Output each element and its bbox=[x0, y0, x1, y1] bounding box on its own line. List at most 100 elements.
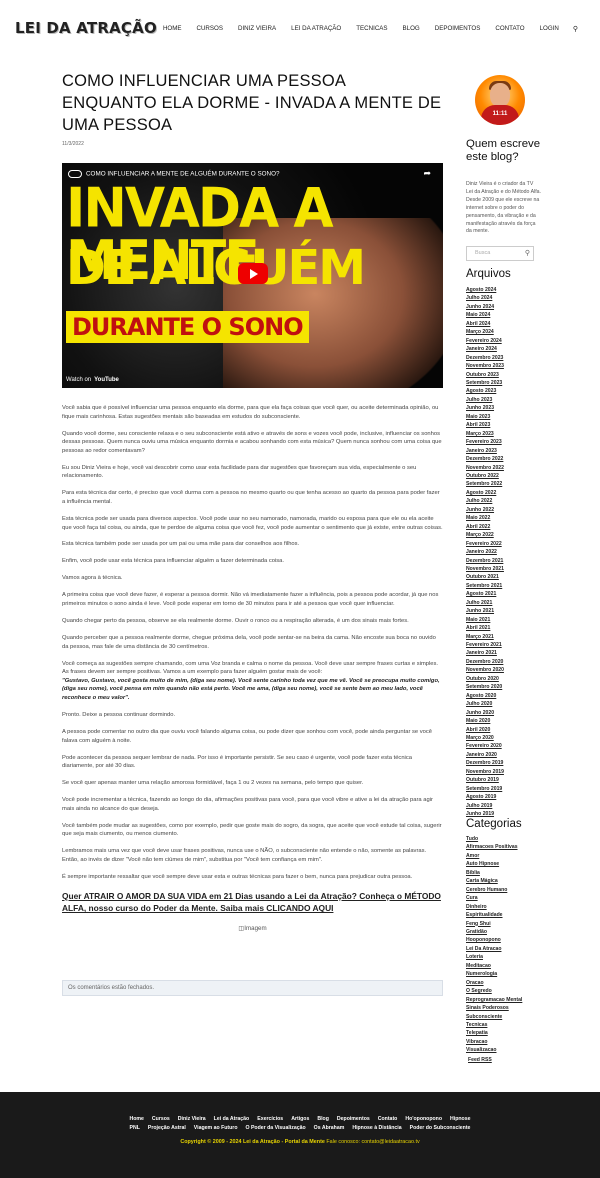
category-link[interactable]: Auto Hipnose bbox=[466, 860, 522, 868]
archive-link[interactable]: Junho 2022 bbox=[466, 506, 504, 514]
archive-link[interactable]: Setembro 2023 bbox=[466, 379, 504, 387]
archive-link[interactable]: Maio 2020 bbox=[466, 717, 504, 725]
archive-link[interactable]: Novembro 2021 bbox=[466, 565, 504, 573]
archive-link[interactable]: Outubro 2019 bbox=[466, 776, 504, 784]
archive-link[interactable]: Maio 2024 bbox=[466, 311, 504, 319]
category-link[interactable]: Numerologia bbox=[466, 970, 522, 978]
archive-link[interactable]: Outubro 2023 bbox=[466, 371, 504, 379]
archive-link[interactable]: Agosto 2021 bbox=[466, 590, 504, 598]
archive-link[interactable]: Julho 2024 bbox=[466, 294, 504, 302]
archive-link[interactable]: Junho 2023 bbox=[466, 404, 504, 412]
archive-link[interactable]: Março 2024 bbox=[466, 328, 504, 336]
archive-link[interactable]: Agosto 2020 bbox=[466, 692, 504, 700]
archive-link[interactable]: Dezembro 2019 bbox=[466, 759, 504, 767]
footer-link[interactable]: Artigos bbox=[291, 1116, 309, 1122]
search-icon[interactable]: ⚲ bbox=[573, 25, 578, 33]
category-link[interactable]: Vibracao bbox=[466, 1038, 522, 1046]
archive-link[interactable]: Maio 2022 bbox=[466, 514, 504, 522]
category-link[interactable]: Visualizacao bbox=[466, 1046, 522, 1054]
archive-link[interactable]: Fevereiro 2024 bbox=[466, 337, 504, 345]
archive-link[interactable]: Fevereiro 2021 bbox=[466, 641, 504, 649]
archive-link[interactable]: Março 2022 bbox=[466, 531, 504, 539]
category-link[interactable]: Meditacao bbox=[466, 962, 522, 970]
archive-link[interactable]: Novembro 2019 bbox=[466, 768, 504, 776]
archive-link[interactable]: Outubro 2021 bbox=[466, 573, 504, 581]
archive-link[interactable]: Dezembro 2023 bbox=[466, 354, 504, 362]
archive-link[interactable]: Julho 2019 bbox=[466, 802, 504, 810]
archive-link[interactable]: Agosto 2023 bbox=[466, 387, 504, 395]
archive-link[interactable]: Janeiro 2024 bbox=[466, 345, 504, 353]
nav-tecnicas[interactable]: TECNICAS bbox=[356, 25, 387, 33]
footer-link[interactable]: Projeção Astral bbox=[148, 1125, 186, 1131]
archive-link[interactable]: Novembro 2020 bbox=[466, 666, 504, 674]
category-link[interactable]: Dinheiro bbox=[466, 903, 522, 911]
share-icon[interactable]: ➦ bbox=[423, 168, 431, 179]
category-link[interactable]: Tecnicas bbox=[466, 1021, 522, 1029]
footer-link[interactable]: Diniz Vieira bbox=[178, 1116, 206, 1122]
footer-link[interactable]: Ho'oponopono bbox=[405, 1116, 442, 1122]
archive-link[interactable]: Dezembro 2021 bbox=[466, 557, 504, 565]
category-link[interactable]: Lei Da Atracao bbox=[466, 945, 522, 953]
archive-link[interactable]: Julho 2021 bbox=[466, 599, 504, 607]
archive-link[interactable]: Dezembro 2022 bbox=[466, 455, 504, 463]
archive-link[interactable]: Janeiro 2020 bbox=[466, 751, 504, 759]
footer-link[interactable]: Cursos bbox=[152, 1116, 170, 1122]
archive-link[interactable]: Janeiro 2023 bbox=[466, 447, 504, 455]
archive-link[interactable]: Fevereiro 2020 bbox=[466, 742, 504, 750]
nav-lei-da-atracao[interactable]: LEI DA ATRAÇÃO bbox=[291, 25, 341, 33]
archive-link[interactable]: Novembro 2022 bbox=[466, 464, 504, 472]
category-link[interactable]: Carta Mágica bbox=[466, 877, 522, 885]
archive-link[interactable]: Julho 2023 bbox=[466, 396, 504, 404]
watch-on-youtube[interactable]: Watch on YouTube bbox=[66, 377, 119, 383]
archive-link[interactable]: Março 2020 bbox=[466, 734, 504, 742]
footer-link[interactable]: Poder do Subconsciente bbox=[410, 1125, 471, 1131]
sidebar-search-input[interactable]: Busca ⚲ bbox=[466, 246, 534, 261]
archive-link[interactable]: Outubro 2022 bbox=[466, 472, 504, 480]
archive-link[interactable]: Abril 2023 bbox=[466, 421, 504, 429]
category-link[interactable]: Hooponopono bbox=[466, 936, 522, 944]
archive-link[interactable]: Setembro 2022 bbox=[466, 480, 504, 488]
archive-link[interactable]: Janeiro 2022 bbox=[466, 548, 504, 556]
category-link[interactable]: Sinais Poderosos bbox=[466, 1004, 522, 1012]
archive-link[interactable]: Novembro 2023 bbox=[466, 362, 504, 370]
archive-link[interactable]: Fevereiro 2022 bbox=[466, 540, 504, 548]
category-link[interactable]: Loteria bbox=[466, 953, 522, 961]
archive-link[interactable]: Agosto 2022 bbox=[466, 489, 504, 497]
nav-cursos[interactable]: CURSOS bbox=[197, 25, 223, 33]
course-cta-link[interactable]: Quer ATRAIR O AMOR DA SUA VIDA em 21 Dia… bbox=[62, 890, 443, 915]
category-link[interactable]: Espiritualidade bbox=[466, 911, 522, 919]
category-link[interactable]: Feng Shui bbox=[466, 920, 522, 928]
rss-feed-link[interactable]: Feed RSS bbox=[468, 1057, 492, 1063]
footer-link[interactable]: Hipnose bbox=[450, 1116, 470, 1122]
archive-link[interactable]: Outubro 2020 bbox=[466, 675, 504, 683]
category-link[interactable]: Gratidão bbox=[466, 928, 522, 936]
archive-link[interactable]: Abril 2024 bbox=[466, 320, 504, 328]
video-embed[interactable]: INVADA A MENTE DE ALGUÉM DURANTE O SONO … bbox=[62, 163, 443, 388]
archive-link[interactable]: Abril 2020 bbox=[466, 726, 504, 734]
nav-diniz-vieira[interactable]: DINIZ VIEIRA bbox=[238, 25, 276, 33]
category-link[interactable]: Subconsciente bbox=[466, 1013, 522, 1021]
archive-link[interactable]: Agosto 2019 bbox=[466, 793, 504, 801]
footer-link[interactable]: Lei da Atração bbox=[214, 1116, 250, 1122]
footer-link[interactable]: Hipnose à Distância bbox=[352, 1125, 401, 1131]
category-link[interactable]: Oracao bbox=[466, 979, 522, 987]
archive-link[interactable]: Setembro 2019 bbox=[466, 785, 504, 793]
archive-link[interactable]: Junho 2021 bbox=[466, 607, 504, 615]
category-link[interactable]: Bíblia bbox=[466, 869, 522, 877]
footer-link[interactable]: Exercícios bbox=[257, 1116, 283, 1122]
category-link[interactable]: Tudo bbox=[466, 835, 522, 843]
search-icon[interactable]: ⚲ bbox=[525, 249, 530, 257]
archive-link[interactable]: Abril 2021 bbox=[466, 624, 504, 632]
archive-link[interactable]: Julho 2020 bbox=[466, 700, 504, 708]
nav-depoimentos[interactable]: DEPOIMENTOS bbox=[435, 25, 481, 33]
category-link[interactable]: Amor bbox=[466, 852, 522, 860]
archive-link[interactable]: Agosto 2024 bbox=[466, 286, 504, 294]
footer-link[interactable]: O Poder da Visualização bbox=[246, 1125, 306, 1131]
archive-link[interactable]: Junho 2024 bbox=[466, 303, 504, 311]
archive-link[interactable]: Fevereiro 2023 bbox=[466, 438, 504, 446]
archive-link[interactable]: Maio 2023 bbox=[466, 413, 504, 421]
category-link[interactable]: O Segredo bbox=[466, 987, 522, 995]
category-link[interactable]: Cerebro Humano bbox=[466, 886, 522, 894]
nav-blog[interactable]: BLOG bbox=[403, 25, 420, 33]
category-link[interactable]: Afirmacoes Positivas bbox=[466, 843, 522, 851]
